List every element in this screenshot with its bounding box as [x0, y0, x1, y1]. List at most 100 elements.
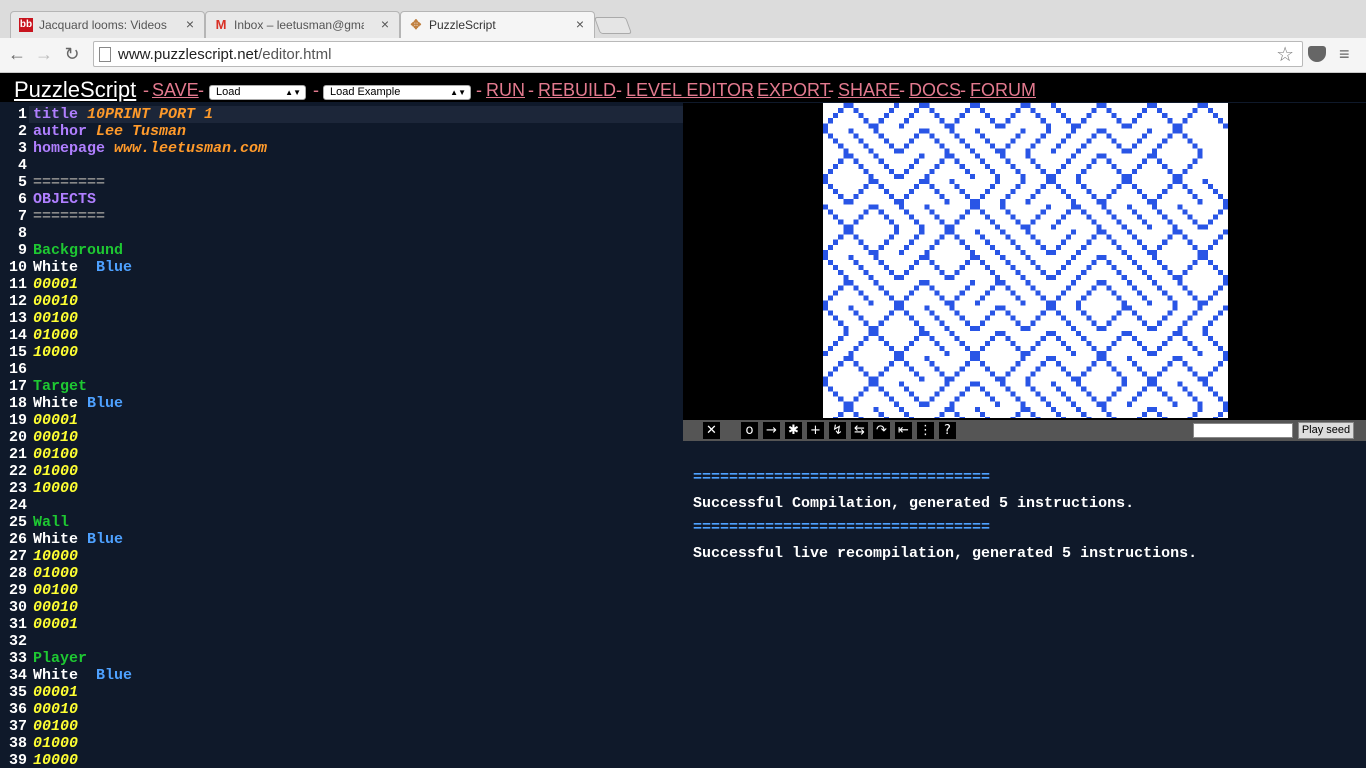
line-number: 18	[8, 395, 27, 412]
code-token: 00010	[33, 293, 79, 310]
code-token: White	[33, 667, 97, 684]
browser-tab-inbox[interactable]: M Inbox – leetusman@gmail ×	[205, 11, 400, 38]
asterisk-icon[interactable]: ✱	[785, 422, 802, 439]
forum-link[interactable]: FORUM	[970, 80, 1036, 101]
load-example-select[interactable]: Load Example ▲▼	[323, 85, 471, 100]
code-line: 01000	[33, 463, 78, 480]
code-token: Wall	[33, 514, 70, 531]
close-icon[interactable]: ✕	[703, 422, 720, 439]
code-token: title	[33, 106, 88, 123]
code-line: White Blue	[33, 667, 132, 684]
pocket-icon[interactable]	[1308, 46, 1326, 62]
code-line: 10000	[33, 480, 78, 497]
code-line: 01000	[33, 735, 78, 752]
forward-arrow-icon[interactable]: →	[32, 42, 56, 66]
line-number: 8	[17, 225, 27, 242]
line-number: 3	[17, 140, 27, 157]
code-token: 00010	[33, 701, 79, 718]
console-panel: ================================= Succes…	[683, 441, 1366, 768]
browser-tab-puzzlescript[interactable]: ✥ PuzzleScript ×	[400, 11, 595, 38]
bookmark-star-icon[interactable]: ☆	[1276, 42, 1294, 67]
back-arrow-icon[interactable]: ←	[5, 42, 29, 66]
line-number: 35	[8, 684, 27, 701]
logo-link[interactable]: PuzzleScript	[14, 77, 136, 103]
code-token: ========	[33, 174, 106, 191]
plus-icon[interactable]: +	[807, 422, 824, 439]
code-token: 01000	[33, 327, 79, 344]
load-select[interactable]: Load ▲▼	[209, 85, 306, 100]
code-token: author	[33, 123, 97, 140]
game-canvas[interactable]	[823, 103, 1228, 418]
console-separator: =================================	[693, 469, 991, 486]
puzzlescript-favicon-icon: ✥	[410, 17, 422, 32]
console-separator: =================================	[693, 519, 991, 536]
zigzag-icon[interactable]: ↯	[829, 422, 846, 439]
arrow-right-icon[interactable]: →	[763, 422, 780, 439]
export-link[interactable]: EXPORT	[757, 80, 831, 101]
tab-title: Jacquard looms: Videos de	[39, 18, 169, 32]
line-number: 15	[8, 344, 27, 361]
close-tab-icon[interactable]: ×	[381, 16, 389, 32]
page-icon	[99, 47, 111, 62]
game-area[interactable]	[683, 103, 1366, 420]
swap-icon[interactable]: ⇆	[851, 422, 868, 439]
level-editor-link[interactable]: LEVEL EDITOR	[626, 80, 754, 101]
separator: -	[899, 80, 905, 100]
code-token: homepage	[33, 140, 115, 157]
line-number: 9	[17, 242, 27, 259]
code-token: Background	[33, 242, 124, 259]
code-token: Blue	[87, 395, 124, 412]
code-token: 00100	[33, 582, 79, 599]
code-token: White	[33, 259, 97, 276]
help-icon[interactable]: ?	[939, 422, 956, 439]
circle-icon[interactable]: o	[741, 422, 758, 439]
play-seed-button[interactable]: Play seed	[1298, 422, 1354, 439]
close-tab-icon[interactable]: ×	[576, 16, 584, 32]
run-link[interactable]: RUN	[486, 80, 525, 101]
reload-icon[interactable]: ↻	[60, 42, 84, 66]
curve-arrow-icon[interactable]: ↷	[873, 422, 890, 439]
rebuild-link[interactable]: REBUILD	[538, 80, 616, 101]
save-link[interactable]: SAVE	[152, 80, 199, 101]
line-number: 10	[8, 259, 27, 276]
line-number: 28	[8, 565, 27, 582]
code-line: 00001	[33, 276, 78, 293]
line-number: 7	[17, 208, 27, 225]
share-link[interactable]: SHARE	[838, 80, 900, 101]
line-number: 25	[8, 514, 27, 531]
menu-icon[interactable]: ≡	[1339, 44, 1350, 65]
docs-link[interactable]: DOCS	[909, 80, 961, 101]
close-tab-icon[interactable]: ×	[186, 16, 194, 32]
browser-tab-jacquard[interactable]: bb Jacquard looms: Videos de ×	[10, 11, 205, 38]
code-line: 00100	[33, 310, 78, 327]
code-line: 10000	[33, 548, 78, 565]
list-icon[interactable]: ⋮	[917, 422, 934, 439]
code-token: Blue	[96, 259, 133, 276]
code-line: Target	[33, 378, 87, 395]
line-number: 1	[17, 106, 27, 123]
code-token: 00100	[33, 718, 79, 735]
line-number: 14	[8, 327, 27, 344]
puzzlescript-header: PuzzleScript - SAVE - Load ▲▼ - Load Exam…	[0, 73, 1366, 102]
code-token: 01000	[33, 565, 79, 582]
seed-input[interactable]	[1193, 423, 1293, 438]
line-number: 5	[17, 174, 27, 191]
gmail-favicon-icon: M	[215, 17, 227, 32]
address-bar[interactable]: www.puzzlescript.net/editor.html ☆	[93, 41, 1303, 67]
code-token: 00001	[33, 616, 79, 633]
code-line: 00100	[33, 718, 78, 735]
new-tab-button[interactable]	[593, 17, 633, 34]
browser-tab-strip: bb Jacquard looms: Videos de × M Inbox –…	[0, 0, 1366, 38]
code-token: Player	[33, 650, 88, 667]
boingboing-favicon-icon: bb	[19, 18, 33, 32]
back-bar-icon[interactable]: ⇤	[895, 422, 912, 439]
code-editor[interactable]: 1 title 10PRINT PORT 1 2 author Lee Tusman 3…	[0, 103, 683, 768]
code-line: 01000	[33, 565, 78, 582]
separator: -	[960, 80, 966, 100]
code-line: 00010	[33, 429, 78, 446]
code-line: 10000	[33, 752, 78, 768]
code-line: 10000	[33, 344, 78, 361]
console-message: Successful live recompilation, generated…	[693, 545, 1198, 562]
code-line: 00100	[33, 446, 78, 463]
code-token: White	[33, 531, 88, 548]
